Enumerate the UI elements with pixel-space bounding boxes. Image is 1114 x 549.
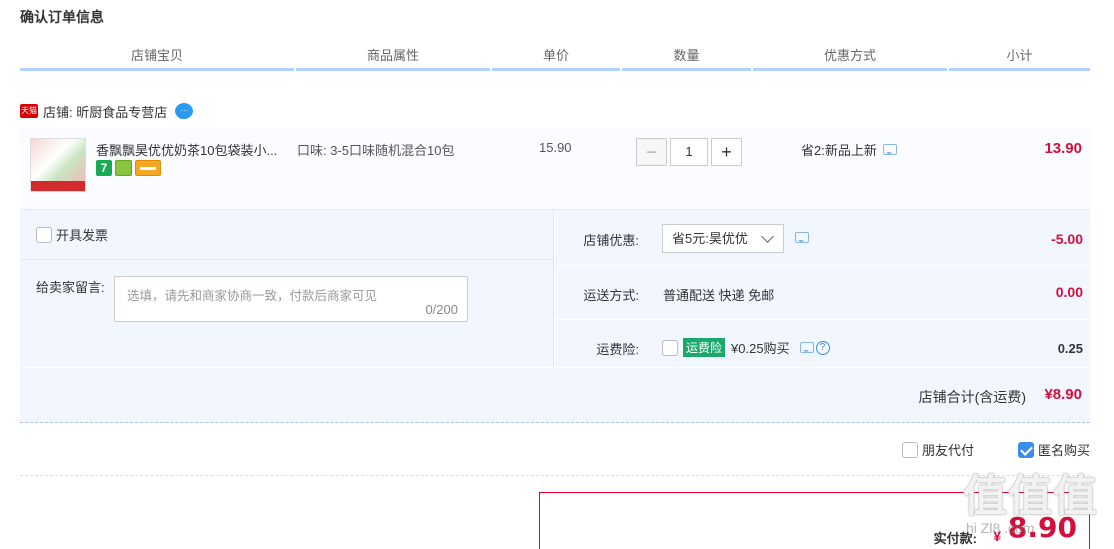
decrease-button[interactable]: −: [636, 138, 667, 166]
tmall-icon: 天猫: [20, 104, 38, 118]
watermark-logo: 值值值: [963, 472, 1098, 521]
invoice-label: 开具发票: [56, 228, 109, 243]
insurance-label: 运费险:: [596, 342, 639, 357]
store-total-row: 店铺合计(含运费) ¥8.90: [20, 368, 1090, 423]
watermark-url: hi Zl8 .com: [966, 520, 1035, 536]
store-total-label: 店铺合计(含运费): [918, 389, 1026, 405]
seven-day-return-icon[interactable]: 7: [96, 160, 112, 176]
seller-message-label: 给卖家留言:: [36, 280, 105, 295]
friend-pay-label[interactable]: 朋友代付: [922, 440, 974, 459]
header-shop-item: 店铺宝贝: [20, 44, 294, 71]
divider: [20, 475, 1090, 476]
increase-button[interactable]: +: [711, 138, 742, 166]
discount-label: 店铺优惠:: [583, 233, 639, 248]
product-title[interactable]: 香飘飘昊优优奶茶10包袋装小...: [96, 140, 277, 159]
quantity-input[interactable]: 1: [670, 138, 708, 166]
shipping-value: 0.00: [1055, 284, 1083, 300]
comment-icon[interactable]: [795, 232, 809, 243]
seller-message-input[interactable]: 选填，请先和商家协商一致，付款后商家可见 0/200: [114, 276, 468, 322]
discount-select[interactable]: 省5元:昊优优: [662, 224, 784, 253]
shipping-row: 运送方式: 0.00: [555, 266, 1090, 320]
guarantee-icon[interactable]: [115, 160, 132, 176]
promotion-text: 省2:新品上新: [801, 143, 877, 158]
payment-options: 朋友代付 匿名购买: [901, 440, 1090, 459]
shipping-label: 运送方式:: [583, 288, 639, 303]
item-subtotal: 13.90: [1044, 140, 1082, 157]
header-attributes: 商品属性: [296, 44, 490, 71]
chevron-down-icon: [761, 230, 774, 243]
shop-row: 天猫 店铺: 昕厨食品专营店 ···: [20, 100, 194, 122]
invoice-checkbox[interactable]: [36, 226, 52, 243]
quantity-stepper: − 1 +: [636, 138, 742, 166]
order-extras-panel: 开具发票 给卖家留言: 选填，请先和商家协商一致，付款后商家可见 0/200: [20, 210, 554, 367]
message-counter: 0/200: [425, 302, 458, 317]
shop-name[interactable]: 店铺: 昕厨食品专营店: [43, 102, 167, 121]
header-unit-price: 单价: [492, 44, 620, 71]
unit-price: 15.90: [539, 140, 572, 155]
comment-icon[interactable]: [799, 342, 814, 353]
insurance-value: 0.25: [1057, 341, 1083, 356]
discount-value: -5.00: [1051, 231, 1083, 247]
credit-card-icon[interactable]: [135, 160, 161, 176]
divider: [20, 259, 553, 260]
insurance-price: ¥0.25购买: [731, 341, 790, 356]
help-icon[interactable]: ?: [815, 340, 830, 355]
discount-row: 店铺优惠: 省5元:昊优优 -5.00: [555, 210, 1090, 266]
anonymous-checkbox[interactable]: [1017, 441, 1034, 458]
header-quantity: 数量: [622, 44, 751, 71]
shipping-method: 普通配送 快递 免邮: [663, 288, 775, 303]
comment-icon[interactable]: [882, 144, 897, 155]
page-title: 确认订单信息: [20, 9, 104, 25]
column-header: 店铺宝贝 商品属性 单价 数量 优惠方式 小计: [20, 44, 1090, 71]
message-placeholder: 选填，请先和商家协商一致，付款后商家可见: [127, 289, 378, 303]
discount-selected: 省5元:昊优优: [672, 231, 748, 246]
insurance-checkbox[interactable]: [662, 339, 678, 356]
header-subtotal: 小计: [949, 44, 1090, 71]
cart-item-row: 香飘飘昊优优奶茶10包袋装小... 7 口味: 3-5口味随机混合10包 15.…: [20, 128, 1090, 210]
chat-icon[interactable]: ···: [175, 103, 194, 119]
invoice-option[interactable]: 开具发票: [36, 225, 108, 244]
product-attribute: 口味: 3-5口味随机混合10包: [297, 143, 455, 158]
product-thumbnail[interactable]: [30, 138, 86, 192]
friend-pay-checkbox[interactable]: [901, 441, 918, 458]
order-summary-panel: 店铺优惠: 省5元:昊优优 -5.00 运送方式: 0.00 普通配送 快递 免…: [555, 210, 1090, 367]
anonymous-label[interactable]: 匿名购买: [1038, 440, 1090, 459]
insurance-tag: 运费险: [683, 338, 726, 357]
item-promotion: 省2:新品上新: [801, 140, 897, 159]
header-discount: 优惠方式: [753, 44, 947, 71]
insurance-option: 运费险 ¥0.25购买 ?: [662, 338, 830, 357]
service-badges: 7: [96, 160, 161, 176]
store-total-value: ¥8.90: [1044, 386, 1082, 403]
